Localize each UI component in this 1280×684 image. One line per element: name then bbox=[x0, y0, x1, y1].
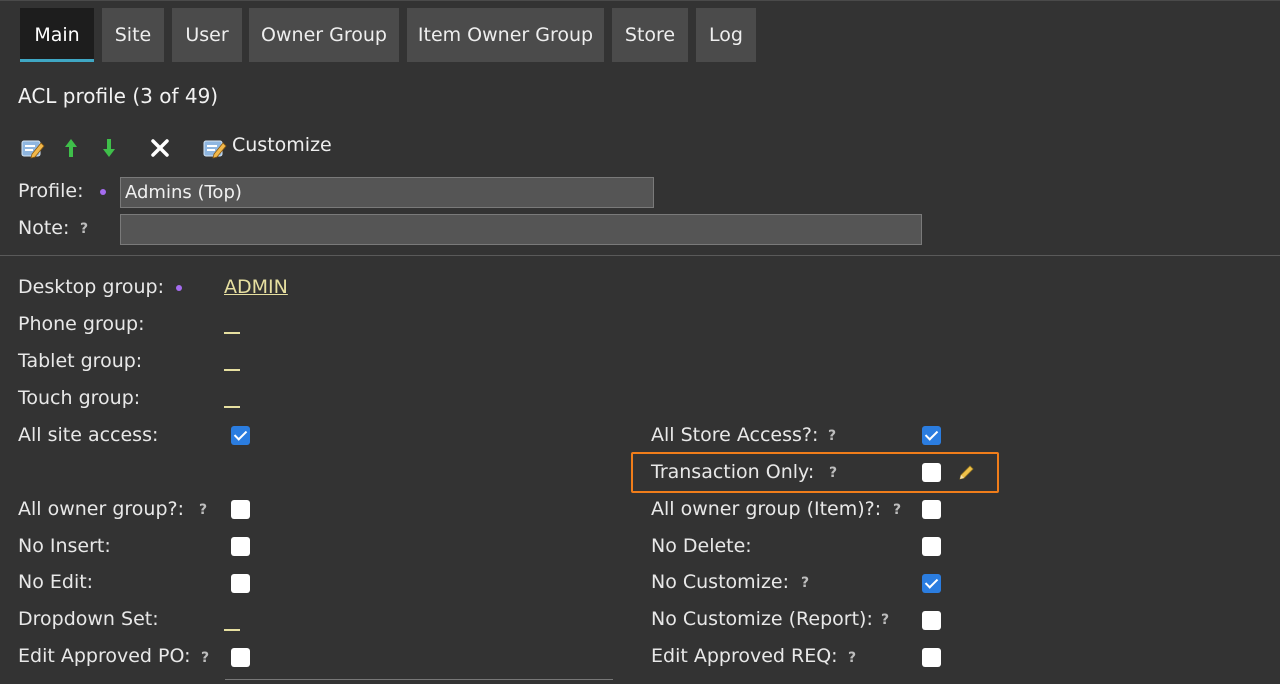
help-icon[interactable]: ? bbox=[80, 221, 88, 237]
edit-icon[interactable] bbox=[20, 136, 46, 160]
dropdown-set-label: Dropdown Set: bbox=[18, 608, 159, 630]
edit-approved-req-label: Edit Approved REQ: bbox=[651, 645, 838, 667]
tab-user[interactable]: User bbox=[172, 8, 242, 62]
edit-approved-po-checkbox[interactable] bbox=[231, 648, 250, 667]
desktop-group-link[interactable]: ADMIN bbox=[224, 276, 288, 298]
tab-main-label: Main bbox=[34, 24, 80, 46]
profile-input[interactable] bbox=[120, 177, 654, 208]
no-delete-checkbox[interactable] bbox=[922, 537, 941, 556]
all-owner-group-label: All owner group?: bbox=[18, 498, 185, 520]
no-customize-report-checkbox[interactable] bbox=[922, 611, 941, 630]
help-icon[interactable]: ? bbox=[881, 612, 889, 628]
all-site-access-label: All site access: bbox=[18, 424, 159, 446]
top-border bbox=[0, 0, 1280, 1]
no-customize-checkbox[interactable] bbox=[922, 574, 941, 593]
tab-owner-group-label: Owner Group bbox=[261, 24, 387, 46]
required-dot bbox=[176, 285, 182, 291]
required-dot bbox=[100, 189, 106, 195]
pencil-icon[interactable] bbox=[956, 462, 976, 484]
no-customize-label: No Customize: bbox=[651, 571, 790, 593]
dropdown-set-link[interactable] bbox=[224, 629, 240, 631]
note-input[interactable] bbox=[120, 214, 922, 245]
tab-site[interactable]: Site bbox=[102, 8, 164, 62]
all-store-access-checkbox[interactable] bbox=[922, 426, 941, 445]
help-icon[interactable]: ? bbox=[201, 650, 209, 666]
edit-approved-po-label: Edit Approved PO: bbox=[18, 645, 191, 667]
touch-group-link[interactable] bbox=[224, 406, 240, 408]
all-site-access-checkbox[interactable] bbox=[231, 426, 250, 445]
page-title: ACL profile (3 of 49) bbox=[18, 84, 219, 108]
note-label: Note: bbox=[18, 217, 70, 239]
section-divider bbox=[0, 255, 1280, 256]
no-insert-label: No Insert: bbox=[18, 535, 111, 557]
phone-group-link[interactable] bbox=[224, 332, 240, 334]
no-insert-checkbox[interactable] bbox=[231, 537, 250, 556]
all-owner-group-item-checkbox[interactable] bbox=[922, 500, 941, 519]
all-owner-group-item-label: All owner group (Item)?: bbox=[651, 498, 882, 520]
tablet-group-link[interactable] bbox=[224, 369, 240, 371]
profile-label: Profile: bbox=[18, 180, 84, 202]
help-icon[interactable]: ? bbox=[848, 650, 856, 666]
help-icon[interactable]: ? bbox=[828, 428, 836, 444]
transaction-only-label: Transaction Only: bbox=[651, 461, 815, 483]
tab-site-label: Site bbox=[114, 24, 152, 46]
tab-log[interactable]: Log bbox=[696, 8, 756, 62]
delete-icon[interactable] bbox=[148, 136, 172, 160]
tab-item-owner-group-label: Item Owner Group bbox=[417, 24, 594, 46]
phone-group-label: Phone group: bbox=[18, 313, 145, 335]
tab-store[interactable]: Store bbox=[612, 8, 688, 62]
arrow-up-icon[interactable] bbox=[62, 136, 80, 160]
tablet-group-label: Tablet group: bbox=[18, 350, 143, 372]
tab-item-owner-group[interactable]: Item Owner Group bbox=[407, 8, 604, 62]
no-customize-report-label: No Customize (Report): bbox=[651, 608, 873, 630]
arrow-down-icon[interactable] bbox=[100, 136, 118, 160]
desktop-group-label: Desktop group: bbox=[18, 276, 164, 298]
tab-main[interactable]: Main bbox=[20, 8, 94, 62]
tab-user-label: User bbox=[185, 24, 229, 46]
all-store-access-label: All Store Access?: bbox=[651, 424, 819, 446]
help-icon[interactable]: ? bbox=[829, 465, 837, 481]
no-edit-label: No Edit: bbox=[18, 571, 94, 593]
tab-owner-group[interactable]: Owner Group bbox=[249, 8, 399, 62]
edit-approved-req-checkbox[interactable] bbox=[922, 648, 941, 667]
transaction-only-checkbox[interactable] bbox=[922, 463, 941, 482]
help-icon[interactable]: ? bbox=[199, 502, 207, 518]
customize-button[interactable]: Customize bbox=[232, 134, 332, 156]
help-icon[interactable]: ? bbox=[893, 502, 901, 518]
touch-group-label: Touch group: bbox=[18, 387, 141, 409]
all-owner-group-checkbox[interactable] bbox=[231, 500, 250, 519]
tab-log-label: Log bbox=[709, 24, 743, 46]
help-icon[interactable]: ? bbox=[801, 575, 809, 591]
no-delete-label: No Delete: bbox=[651, 535, 752, 557]
customize-icon[interactable] bbox=[202, 136, 228, 160]
next-field-edge bbox=[225, 679, 613, 680]
tab-store-label: Store bbox=[624, 24, 676, 46]
no-edit-checkbox[interactable] bbox=[231, 574, 250, 593]
